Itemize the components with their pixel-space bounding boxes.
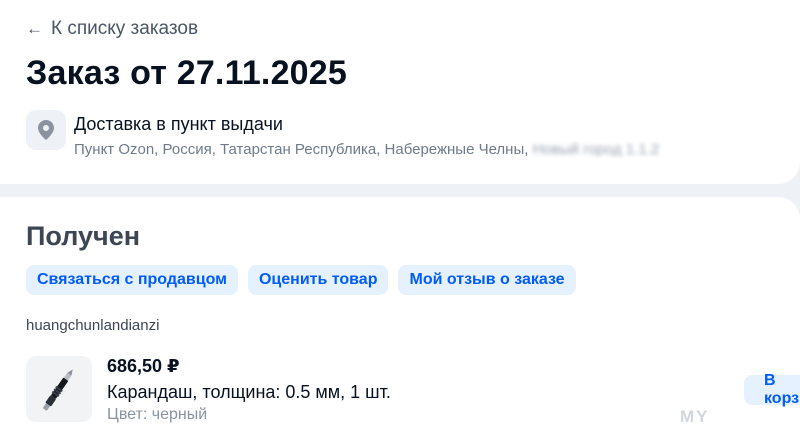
watermark: MY — [680, 407, 710, 426]
contact-seller-button[interactable]: Связаться с продавцом — [26, 265, 238, 295]
location-pin-icon — [26, 110, 66, 150]
delivery-address: Пункт Ozon, Россия, Татарстан Республика… — [74, 141, 800, 158]
order-header-card: ← К списку заказов Заказ от 27.11.2025 Д… — [0, 0, 800, 184]
product-name[interactable]: Карандаш, толщина: 0.5 мм, 1 шт. — [107, 382, 391, 403]
pencil-image — [43, 369, 73, 411]
back-to-orders-link[interactable]: ← К списку заказов — [26, 18, 198, 40]
delivery-type: Доставка в пункт выдачи — [74, 114, 283, 134]
arrow-left-icon: ← — [26, 19, 43, 38]
rate-product-button[interactable]: Оценить товар — [247, 265, 389, 295]
delivery-address-hidden: Новый город 1.1.2 — [532, 141, 660, 158]
back-link-label: К списку заказов — [51, 18, 199, 39]
order-status: Получен — [26, 221, 141, 251]
add-to-cart-button[interactable]: В корзину — [744, 372, 800, 407]
product-price: 686,50 ₽ — [107, 356, 180, 376]
page-title: Заказ от 27.11.2025 — [26, 54, 348, 92]
my-review-button[interactable]: Мой отзыв о заказе — [398, 265, 576, 295]
product-thumbnail[interactable] — [26, 356, 92, 422]
product-color: Цвет: черный — [107, 406, 208, 423]
delivery-address-text: Пункт Ozon, Россия, Татарстан Республика… — [74, 141, 529, 158]
seller-name[interactable]: huangchunlandianzi — [26, 317, 159, 334]
order-actions: Связаться с продавцом Оценить товар Мой … — [26, 265, 576, 295]
